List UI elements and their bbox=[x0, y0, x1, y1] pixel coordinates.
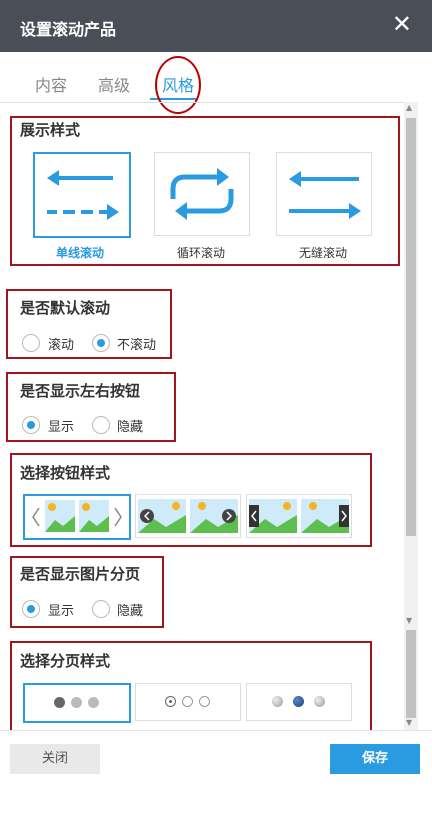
pagination-dot bbox=[54, 697, 65, 708]
save-button[interactable]: 保存 bbox=[330, 744, 420, 774]
button-style-title: 选择按钮样式 bbox=[20, 464, 111, 482]
hide-pagination-label: 隐藏 bbox=[117, 604, 144, 619]
close-icon[interactable]: ✕ bbox=[392, 12, 412, 36]
scroll-radio-label: 滚动 bbox=[48, 338, 75, 353]
single-line-scroll-label: 单线滚动 bbox=[56, 246, 105, 260]
default-scroll-title: 是否默认滚动 bbox=[20, 299, 111, 317]
pagination-dot-active bbox=[293, 696, 304, 707]
no-scroll-radio-label: 不滚动 bbox=[117, 338, 157, 353]
show-pagination-radio[interactable] bbox=[22, 600, 40, 618]
scroll-radio[interactable] bbox=[22, 334, 40, 352]
show-buttons-radio[interactable] bbox=[22, 416, 40, 434]
tab-divider bbox=[0, 102, 405, 103]
scroll-up-icon[interactable]: ▲ bbox=[406, 103, 412, 112]
scroll-end-icon[interactable]: ▼ bbox=[406, 718, 412, 727]
show-pagination-label: 显示 bbox=[48, 604, 75, 619]
tab-highlight-circle bbox=[155, 56, 201, 114]
dialog-title: 设置滚动产品 bbox=[20, 20, 117, 39]
square-dark-preview-icon bbox=[249, 499, 349, 533]
pagination-dot bbox=[88, 697, 99, 708]
hide-buttons-label: 隐藏 bbox=[117, 420, 144, 435]
display-style-title: 展示样式 bbox=[20, 121, 81, 139]
tab-advanced[interactable]: 高级 bbox=[98, 72, 130, 96]
show-lr-buttons-title: 是否显示左右按钮 bbox=[20, 382, 141, 400]
pagination-style-ring-option[interactable] bbox=[135, 683, 241, 721]
seamless-scroll-icon bbox=[289, 171, 361, 219]
button-style-round-option[interactable] bbox=[135, 494, 241, 538]
show-pagination-title: 是否显示图片分页 bbox=[20, 565, 141, 583]
chevron-outline-preview-icon bbox=[32, 500, 122, 532]
pagination-style-gradient-option[interactable] bbox=[246, 683, 352, 721]
hide-buttons-radio[interactable] bbox=[92, 416, 110, 434]
seamless-scroll-label: 无缝滚动 bbox=[299, 246, 348, 260]
round-dark-preview-icon bbox=[138, 499, 238, 533]
button-style-square-option[interactable] bbox=[246, 494, 352, 538]
tab-content[interactable]: 内容 bbox=[35, 72, 67, 96]
scrollbar-thumb-lower bbox=[406, 630, 416, 718]
pagination-dot bbox=[314, 696, 325, 707]
pagination-dot bbox=[71, 697, 82, 708]
seamless-scroll-option[interactable] bbox=[276, 152, 372, 236]
pagination-style-title: 选择分页样式 bbox=[20, 652, 111, 670]
close-button[interactable]: 关闭 bbox=[10, 744, 100, 774]
no-scroll-radio[interactable] bbox=[92, 334, 110, 352]
show-buttons-label: 显示 bbox=[48, 420, 75, 435]
button-style-chevron-option[interactable] bbox=[23, 494, 131, 540]
dialog-titlebar: 设置滚动产品 ✕ bbox=[0, 0, 432, 52]
pagination-ring bbox=[199, 696, 210, 707]
pagination-style-filled-option[interactable] bbox=[23, 683, 131, 723]
settings-dialog: 设置滚动产品 ✕ 内容 高级 风格 ▲ ▼ ▼ 展示样式 单线滚动 循环滚动 无… bbox=[0, 0, 432, 786]
scroll-down-icon[interactable]: ▼ bbox=[406, 616, 412, 625]
loop-scroll-icon bbox=[170, 168, 234, 220]
pagination-dot bbox=[272, 696, 283, 707]
pagination-ring-active bbox=[165, 696, 176, 707]
hide-pagination-radio[interactable] bbox=[92, 600, 110, 618]
single-line-scroll-icon bbox=[47, 170, 119, 220]
dialog-footer: 关闭 保存 bbox=[0, 730, 432, 786]
scrollbar-thumb[interactable] bbox=[406, 118, 416, 536]
loop-scroll-label: 循环滚动 bbox=[177, 246, 226, 260]
pagination-ring bbox=[182, 696, 193, 707]
loop-scroll-option[interactable] bbox=[154, 152, 250, 236]
single-line-scroll-option[interactable] bbox=[33, 152, 131, 238]
